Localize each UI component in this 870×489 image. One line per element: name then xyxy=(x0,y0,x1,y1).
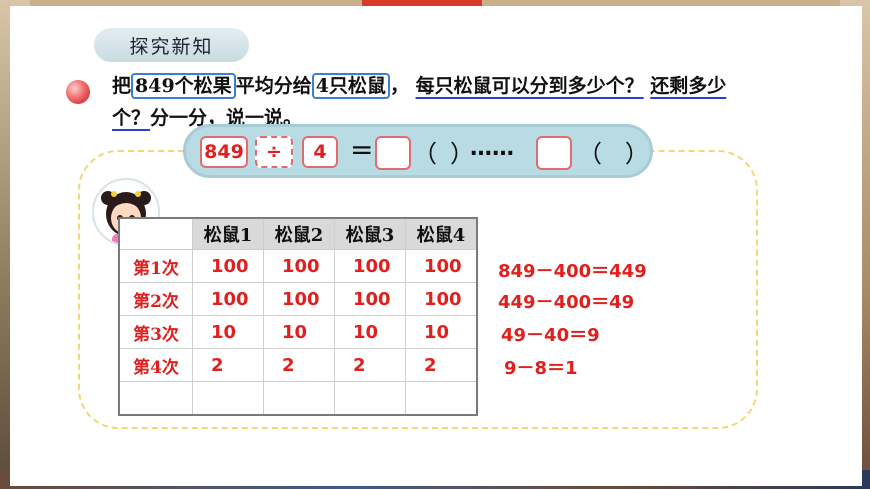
table-cell xyxy=(192,381,264,416)
table-cell: 100 xyxy=(334,249,406,283)
question2-b: 个？ xyxy=(112,107,151,129)
dividend-box: 849 xyxy=(200,136,248,168)
table-cell: 10 xyxy=(192,315,264,349)
table-cell: 100 xyxy=(405,249,478,283)
distribution-table: 松鼠1 松鼠2 松鼠3 松鼠4 第1次 100 100 100 100 第2次 … xyxy=(118,217,478,416)
table-header-corner xyxy=(118,217,193,250)
table-cell: 100 xyxy=(405,282,478,316)
equals-sign: = xyxy=(350,133,374,166)
table-cell: 100 xyxy=(263,249,335,283)
table-cell xyxy=(263,381,335,416)
table-row: 第2次 100 100 100 100 xyxy=(118,282,478,316)
row-label: 第2次 xyxy=(118,282,193,316)
table-row: 第1次 100 100 100 100 xyxy=(118,249,478,283)
quotient-box[interactable] xyxy=(375,136,411,170)
table-cell: 2 xyxy=(334,348,406,382)
unit-open-paren: （ xyxy=(413,140,437,168)
remainder-box[interactable] xyxy=(536,136,572,170)
table-header-squirrel2: 松鼠2 xyxy=(263,217,335,250)
question2-a: 还剩多少 xyxy=(650,75,727,97)
table-row xyxy=(118,381,478,416)
table-cell: 100 xyxy=(192,282,264,316)
table-cell: 2 xyxy=(263,348,335,382)
question1: 每只松鼠可以分到多少个？ xyxy=(415,75,644,97)
squirrels-box: 4只松鼠 xyxy=(311,73,390,99)
table-cell: 2 xyxy=(405,348,478,382)
table-header-squirrel3: 松鼠3 xyxy=(334,217,406,250)
table-cell: 10 xyxy=(405,315,478,349)
unit2-parens: （ ） xyxy=(578,140,649,168)
table-cell xyxy=(334,381,406,416)
problem-part1: 把 xyxy=(112,75,132,97)
operator-box: ÷ xyxy=(255,136,293,168)
divisor-box: 4 xyxy=(302,136,338,168)
table-cell: 2 xyxy=(192,348,264,382)
table-header-row: 松鼠1 松鼠2 松鼠3 松鼠4 xyxy=(118,217,478,250)
table-cell: 100 xyxy=(334,282,406,316)
calc-step-1: 849－400＝449 xyxy=(498,261,647,282)
table-header-squirrel4: 松鼠4 xyxy=(405,217,478,250)
calc-step-2: 449－400＝49 xyxy=(498,292,635,313)
table-cell: 10 xyxy=(334,315,406,349)
problem-part3: ， xyxy=(389,75,409,97)
table-row: 第4次 2 2 2 2 xyxy=(118,348,478,382)
table-header-squirrel1: 松鼠1 xyxy=(192,217,264,250)
quantity-box: 849个松果 xyxy=(131,73,236,99)
table-cell: 100 xyxy=(263,282,335,316)
row-label xyxy=(118,381,193,416)
calc-step-4: 9－8＝1 xyxy=(504,358,578,379)
table-cell: 10 xyxy=(263,315,335,349)
row-label: 第1次 xyxy=(118,249,193,283)
table-cell xyxy=(405,381,478,416)
remainder-dots: …… xyxy=(470,136,514,161)
section-title: 探究新知 xyxy=(94,28,249,62)
bullet-ball-icon xyxy=(66,80,90,104)
table-row: 第3次 10 10 10 10 xyxy=(118,315,478,349)
table-cell: 100 xyxy=(192,249,264,283)
calc-step-3: 49－40＝9 xyxy=(501,325,600,346)
problem-part2: 平均分给 xyxy=(235,75,312,97)
row-label: 第3次 xyxy=(118,315,193,349)
row-label: 第4次 xyxy=(118,348,193,382)
